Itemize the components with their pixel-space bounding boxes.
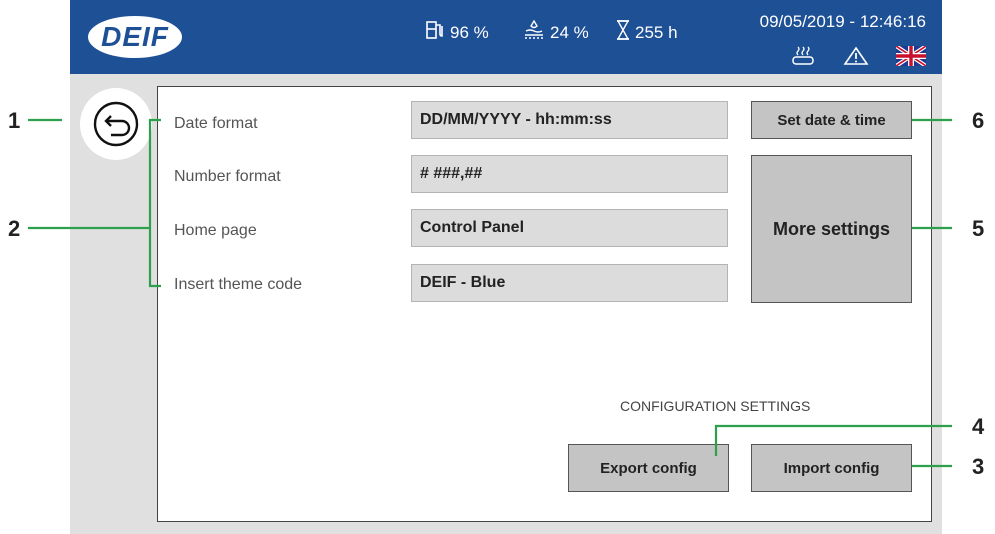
callout-6: 6: [972, 108, 985, 133]
callout-4: 4: [972, 414, 985, 439]
callout-2: 2: [8, 216, 21, 241]
callout-3: 3: [972, 454, 985, 479]
callout-5: 5: [972, 216, 985, 241]
callout-lines: [28, 118, 952, 468]
callout-1: 1: [8, 108, 21, 133]
